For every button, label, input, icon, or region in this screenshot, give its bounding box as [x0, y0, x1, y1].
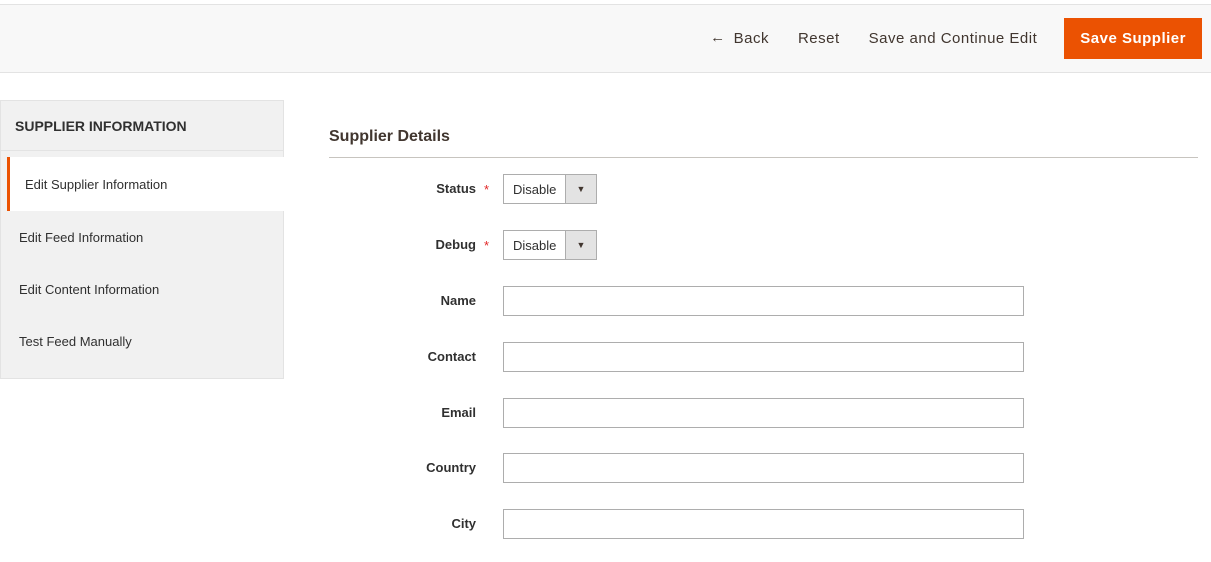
reset-button[interactable]: Reset	[785, 18, 853, 59]
tab-test-feed-manually[interactable]: Test Feed Manually	[1, 315, 283, 367]
page-actions: ← Back Reset Save and Continue Edit Save…	[697, 18, 1202, 59]
debug-value: Disable	[513, 237, 557, 253]
debug-select[interactable]: Disable ▼	[503, 230, 597, 260]
save-supplier-button[interactable]: Save Supplier	[1064, 18, 1202, 59]
save-and-continue-button[interactable]: Save and Continue Edit	[856, 18, 1051, 59]
status-label: Status	[436, 181, 476, 196]
city-label: City	[451, 516, 476, 531]
tab-edit-supplier-information[interactable]: Edit Supplier Information	[7, 157, 284, 211]
country-label: Country	[426, 460, 476, 475]
section-divider	[329, 157, 1198, 158]
required-marker: *	[484, 238, 490, 253]
status-value: Disable	[513, 181, 557, 197]
caret-down-icon: ▼	[565, 231, 596, 259]
arrow-left-icon: ←	[710, 29, 726, 46]
email-label: Email	[441, 405, 476, 420]
page-actions-bar: ← Back Reset Save and Continue Edit Save…	[0, 4, 1211, 73]
debug-label: Debug	[435, 237, 476, 252]
country-input[interactable]	[503, 453, 1024, 483]
caret-down-icon: ▼	[565, 175, 596, 203]
sidebar-title: SUPPLIER INFORMATION	[1, 101, 283, 151]
email-field: Email	[329, 398, 1029, 428]
name-field: Name	[329, 286, 1029, 316]
city-field: City	[329, 509, 1029, 539]
tab-edit-feed-information[interactable]: Edit Feed Information	[1, 211, 283, 263]
name-input[interactable]	[503, 286, 1024, 316]
city-input[interactable]	[503, 509, 1024, 539]
contact-input[interactable]	[503, 342, 1024, 372]
name-label: Name	[440, 293, 476, 308]
sidebar-tabs: SUPPLIER INFORMATION Edit Supplier Infor…	[0, 100, 284, 379]
contact-field: Contact	[329, 342, 1029, 372]
back-button[interactable]: ← Back	[697, 18, 782, 59]
required-marker: *	[484, 182, 490, 197]
email-input[interactable]	[503, 398, 1024, 428]
country-field: Country	[329, 453, 1029, 483]
debug-field: Debug * Disable ▼	[329, 230, 1029, 260]
back-label: Back	[733, 30, 769, 47]
tab-edit-content-information[interactable]: Edit Content Information	[1, 263, 283, 315]
status-field: Status * Disable ▼	[329, 174, 1029, 204]
contact-label: Contact	[427, 349, 476, 364]
section-title: Supplier Details	[329, 128, 450, 145]
status-select[interactable]: Disable ▼	[503, 174, 597, 204]
